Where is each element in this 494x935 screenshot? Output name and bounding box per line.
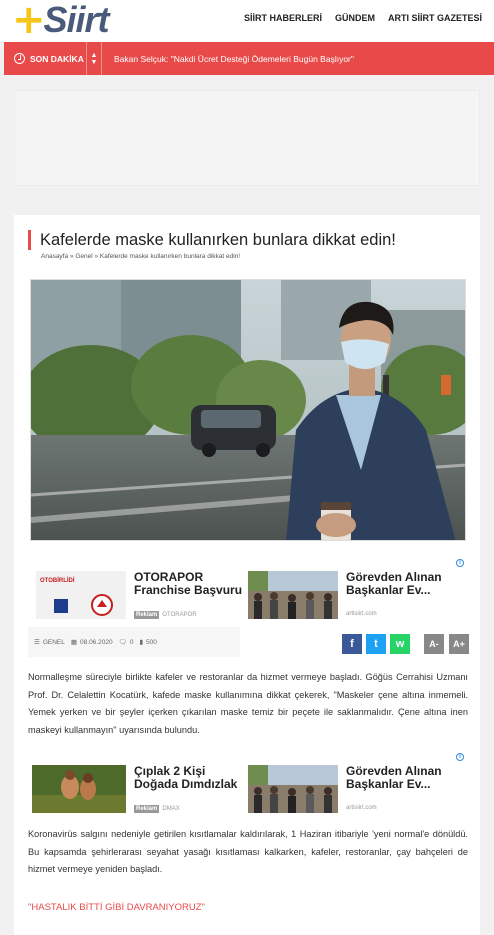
nav-item-arti-siirt-gazetesi[interactable]: ARTI SİİRT GAZETESİ <box>388 13 482 23</box>
ad-source: artisiirt.com <box>346 611 377 617</box>
ad-info-icon[interactable]: i <box>456 559 464 567</box>
calendar-icon: ▦ <box>70 639 78 646</box>
ad-source: Reklam DMAX <box>134 805 180 813</box>
menu-icon: ☰ <box>34 639 40 646</box>
meta-comments-text: 0 <box>129 638 134 646</box>
breaking-label: SON DAKİKA <box>4 53 86 64</box>
ad-item-otorapor[interactable]: OTOBİRLİDİ OTORAPOR Franchise Başvuru Re… <box>36 565 250 627</box>
ad-row-1: OTOBİRLİDİ OTORAPOR Franchise Başvuru Re… <box>34 559 464 627</box>
ad-title[interactable]: Görevden Alınan Başkanlar Ev... <box>346 571 464 597</box>
article-paragraph-2: Koronavirüs salgını nedeniyle getirilen … <box>28 829 468 874</box>
font-decrease-button[interactable]: A- <box>424 634 444 654</box>
twitter-share-button[interactable]: t <box>366 634 386 654</box>
ad-thumbnail <box>248 571 338 619</box>
breaking-label-text: SON DAKİKA <box>30 53 84 64</box>
meta-date: ▦ 08.06.2020 <box>70 638 113 647</box>
article-title: Kafelerde maske kullanırken bunlara dikk… <box>28 230 396 250</box>
whatsapp-share-button[interactable]: w <box>390 634 410 654</box>
ad-thumb-nature <box>32 765 126 813</box>
ad-title[interactable]: Görevden Alınan Başkanlar Ev... <box>346 765 464 791</box>
ad-title[interactable]: OTORAPOR Franchise Başvuru <box>134 571 252 597</box>
ad-item-ciplak[interactable]: Çıplak 2 Kişi Doğada Dımdızlak Reklam DMA… <box>32 759 246 821</box>
meta-comments[interactable]: 🗨 0 <box>118 638 134 647</box>
ad-tag: Reklam <box>134 611 160 619</box>
ad-banner-top <box>14 90 480 186</box>
ad-thumbnail <box>32 765 126 813</box>
meta-category[interactable]: ☰ GENEL <box>34 638 65 647</box>
article-card: Kafelerde maske kullanırken bunlara dikk… <box>14 215 480 935</box>
font-increase-button[interactable]: A+ <box>449 634 469 654</box>
meta-category-text: GENEL <box>42 638 65 646</box>
facebook-share-button[interactable]: f <box>342 634 362 654</box>
ad-thumb-crowd-2 <box>248 765 338 813</box>
site-logo[interactable]: + Siirt <box>12 0 110 43</box>
font-size-controls: A- A+ <box>424 634 469 654</box>
ad-row-2: Çıplak 2 Kişi Doğada Dımdızlak Reklam DMA… <box>32 753 464 821</box>
ad-thumb-text: OTOBİRLİDİ <box>40 577 75 584</box>
breaking-news-bar: SON DAKİKA ▲ ▼ Bakan Selçuk: "Nakdi Ücre… <box>4 42 494 75</box>
article-paragraph-1: Normalleşme süreciyle birlikte kafeler v… <box>28 672 468 735</box>
ad-source-name: OTORAPOR <box>162 612 197 618</box>
ad-item-gorevden-2[interactable]: Görevden Alınan Başkanlar Ev... artisiir… <box>248 759 462 821</box>
breadcrumb[interactable]: Anasayfa » Genel » Kafelerde maske kulla… <box>41 253 240 260</box>
ad-thumbnail <box>248 765 338 813</box>
nav-item-siirt-haberleri[interactable]: SİİRT HABERLERİ <box>244 13 322 23</box>
article-image <box>30 279 466 541</box>
chevron-down-icon[interactable]: ▼ <box>91 59 98 66</box>
ad-source-name: artisiirt.com <box>346 611 377 617</box>
ad-source-name: DMAX <box>162 806 180 812</box>
ad-source-name: artisiirt.com <box>346 805 377 811</box>
main-nav: SİİRT HABERLERİ GÜNDEM ARTI SİİRT GAZETE… <box>244 13 482 23</box>
meta-views-text: 500 <box>146 638 157 646</box>
ad-source: Reklam OTORAPOR <box>134 611 197 619</box>
comment-icon: 🗨 <box>118 639 127 646</box>
ad-tag: Reklam <box>134 805 160 813</box>
ticker-arrows[interactable]: ▲ ▼ <box>86 42 102 75</box>
ad-thumb-otorapor: OTOBİRLİDİ <box>36 571 126 619</box>
logo-text: Siirt <box>43 0 110 40</box>
ad-title[interactable]: Çıplak 2 Kişi Doğada Dımdızlak <box>134 765 252 791</box>
bar-chart-icon: ▮ <box>139 639 144 646</box>
breaking-headline[interactable]: Bakan Selçuk: "Nakdi Ücret Desteği Ödeme… <box>102 54 354 64</box>
ad-item-gorevden[interactable]: Görevden Alınan Başkanlar Ev... artisiir… <box>248 565 462 627</box>
meta-date-text: 08.06.2020 <box>80 638 113 646</box>
clock-icon <box>14 53 25 64</box>
ad-thumb-crowd <box>248 571 338 619</box>
chevron-up-icon[interactable]: ▲ <box>91 52 98 59</box>
ad-info-icon[interactable]: i <box>456 753 464 761</box>
article-subheading: "HASTALIK BİTTİ GİBİ DAVRANIYORUZ" <box>28 902 205 913</box>
site-header: + Siirt SİİRT HABERLERİ GÜNDEM ARTI SİİRT… <box>0 0 494 42</box>
logo-plus: + <box>12 0 46 43</box>
ad-source: artisiirt.com <box>346 805 377 811</box>
article-meta: ☰ GENEL ▦ 08.06.2020 🗨 0 ▮ 500 <box>28 627 240 657</box>
meta-views: ▮ 500 <box>139 638 157 647</box>
article-photo-svg <box>31 280 465 540</box>
share-buttons: f t w <box>342 634 410 654</box>
nav-item-gundem[interactable]: GÜNDEM <box>335 13 375 23</box>
ad-thumbnail: OTOBİRLİDİ <box>36 571 126 619</box>
